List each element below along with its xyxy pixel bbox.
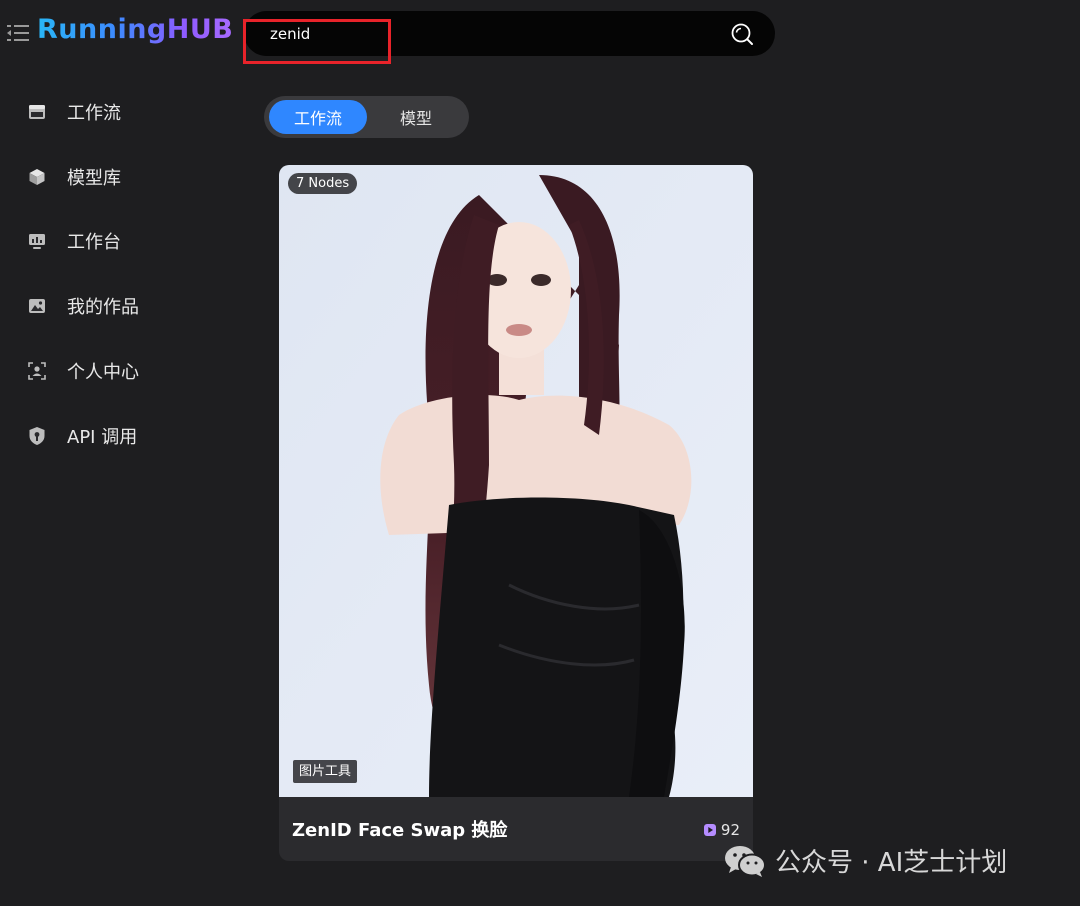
run-count-value: 92	[720, 821, 740, 839]
wechat-icon	[725, 845, 766, 877]
sidebar-item-my-works[interactable]: 我的作品	[26, 291, 139, 321]
search-icon[interactable]	[729, 21, 755, 47]
profile-icon	[26, 360, 48, 382]
sidebar-item-workflow[interactable]: 工作流	[26, 97, 121, 127]
my-works-icon	[26, 295, 48, 317]
sidebar-item-label: 工作流	[67, 103, 121, 124]
tab-workflow[interactable]: 工作流	[269, 100, 367, 134]
sidebar-item-workbench[interactable]: 工作台	[26, 226, 121, 256]
sidebar-item-label: 个人中心	[67, 362, 139, 383]
sidebar-item-api[interactable]: API 调用	[26, 421, 137, 451]
workflow-title: ZenID Face Swap 换脸	[292, 820, 508, 841]
sidebar-item-label: 工作台	[67, 232, 121, 253]
result-type-tabs: 工作流 模型	[264, 96, 469, 138]
api-icon	[26, 425, 48, 447]
search-input[interactable]	[270, 21, 690, 47]
sidebar-item-label: 我的作品	[67, 297, 139, 318]
search-bar	[244, 11, 775, 56]
model-library-icon	[26, 166, 48, 188]
run-count: 92	[703, 821, 740, 839]
workbench-icon	[26, 230, 48, 252]
sidebar-item-label: API 调用	[67, 427, 138, 448]
workflow-icon	[26, 101, 48, 123]
sidebar-item-profile[interactable]: 个人中心	[26, 356, 139, 386]
sidebar-item-label: 模型库	[67, 168, 121, 189]
watermark: 公众号 · AI芝士计划	[723, 842, 1007, 879]
nodes-count-badge: 7 Nodes	[288, 173, 358, 194]
workflow-card[interactable]: 7 Nodes 图片工具 ZenID Face Swap 换脸 92	[279, 165, 753, 861]
watermark-text: 公众号 · AI芝士计划	[775, 848, 1008, 878]
menu-collapse-icon[interactable]	[7, 24, 29, 42]
category-tag[interactable]: 图片工具	[293, 760, 358, 783]
workflow-thumbnail	[279, 165, 753, 797]
app-logo[interactable]: RunningHUB	[37, 14, 233, 45]
tab-model[interactable]: 模型	[367, 100, 465, 134]
sidebar-item-model-library[interactable]: 模型库	[26, 162, 121, 192]
play-icon	[703, 824, 716, 836]
